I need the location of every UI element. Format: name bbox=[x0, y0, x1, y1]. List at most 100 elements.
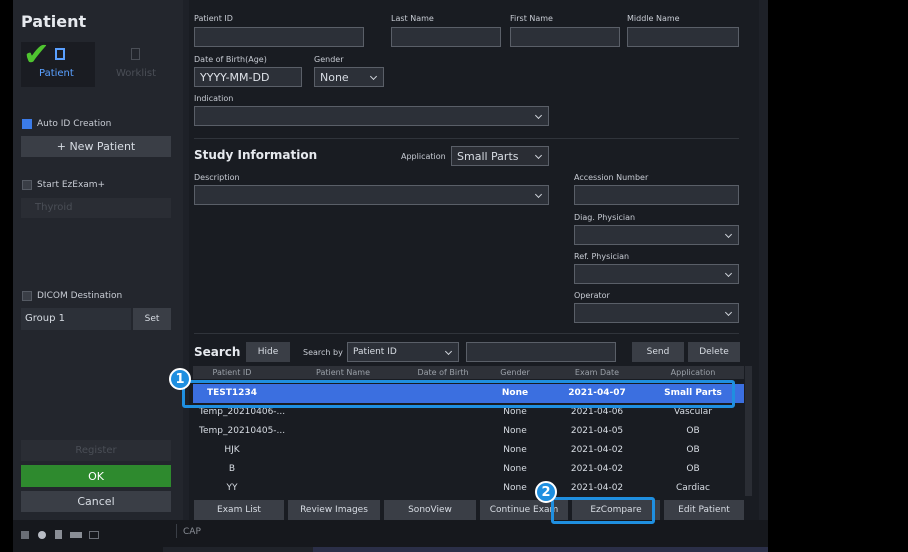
callout-badge-2: 2 bbox=[535, 481, 557, 503]
operator-select[interactable] bbox=[574, 303, 739, 323]
search-title: Search bbox=[194, 345, 241, 359]
ezexam-protocol-select: Thyroid bbox=[21, 198, 171, 218]
cell-gender: None bbox=[503, 445, 527, 455]
col-exam-date[interactable]: Exam Date bbox=[557, 368, 637, 377]
search-by-select[interactable]: Patient ID bbox=[347, 342, 459, 362]
table-row[interactable]: Temp_20210405-... None 2021-04-05 OB bbox=[193, 422, 744, 441]
cancel-button[interactable]: Cancel bbox=[21, 491, 171, 512]
patient-id-input[interactable] bbox=[194, 27, 364, 47]
page-title: Patient bbox=[21, 12, 87, 31]
usb-icon bbox=[21, 531, 29, 539]
register-button[interactable]: Register bbox=[21, 440, 171, 461]
study-info-title: Study Information bbox=[194, 148, 318, 162]
cell-exam-date: 2021-04-02 bbox=[570, 445, 624, 455]
col-dob[interactable]: Date of Birth bbox=[398, 368, 488, 377]
application-select[interactable]: Small Parts bbox=[451, 146, 549, 166]
cell-patient-id: Temp_20210406-... bbox=[199, 407, 286, 417]
divider bbox=[194, 138, 739, 139]
col-patient-id[interactable]: Patient ID bbox=[193, 368, 271, 377]
diag-physician-select[interactable] bbox=[574, 225, 739, 245]
table-row[interactable]: HJK None 2021-04-02 OB bbox=[193, 441, 744, 460]
hide-button[interactable]: Hide bbox=[246, 342, 290, 362]
edit-patient-button[interactable]: Edit Patient bbox=[664, 500, 744, 520]
accession-label: Accession Number bbox=[574, 173, 649, 182]
middle-name-label: Middle Name bbox=[627, 14, 680, 23]
col-gender[interactable]: Gender bbox=[485, 368, 545, 377]
divider bbox=[176, 524, 177, 538]
tab-worklist[interactable]: Worklist bbox=[98, 42, 174, 87]
callout-badge-1: 1 bbox=[169, 368, 191, 390]
cell-application: Vascular bbox=[673, 407, 713, 417]
patient-card-icon bbox=[55, 48, 65, 60]
taskbar-strip bbox=[163, 547, 313, 552]
set-button[interactable]: Set bbox=[133, 308, 171, 330]
new-patient-button[interactable]: + New Patient bbox=[21, 136, 171, 157]
checkmark-icon: ✔ bbox=[23, 35, 50, 73]
dob-label: Date of Birth(Age) bbox=[194, 55, 267, 64]
cell-exam-date: 2021-04-02 bbox=[570, 464, 624, 474]
col-patient-name[interactable]: Patient Name bbox=[298, 368, 388, 377]
cell-exam-date: 2021-04-06 bbox=[570, 407, 624, 417]
operator-label: Operator bbox=[574, 291, 610, 300]
dob-input[interactable]: YYYY-MM-DD bbox=[194, 67, 302, 87]
diag-physician-label: Diag. Physician bbox=[574, 213, 636, 222]
taskbar-strip bbox=[313, 547, 768, 552]
auto-id-checkbox[interactable] bbox=[22, 119, 32, 129]
indication-label: Indication bbox=[194, 94, 234, 103]
table-row[interactable]: B None 2021-04-02 OB bbox=[193, 460, 744, 479]
cell-application: OB bbox=[686, 426, 700, 436]
patient-id-label: Patient ID bbox=[194, 14, 233, 23]
dicom-group-field[interactable]: Group 1 bbox=[21, 308, 131, 330]
last-name-input[interactable] bbox=[391, 27, 501, 47]
sidebar: Patient ✔ Patient Worklist Auto ID Creat… bbox=[13, 0, 183, 520]
search-input[interactable] bbox=[466, 342, 616, 362]
cell-application: OB bbox=[686, 445, 700, 455]
indication-select[interactable] bbox=[194, 106, 549, 126]
dicom-checkbox[interactable] bbox=[22, 291, 32, 301]
table-row[interactable]: YY None 2021-04-02 Cardiac bbox=[193, 479, 744, 498]
clipboard-icon bbox=[131, 48, 140, 60]
start-ezexam-label: Start EzExam+ bbox=[37, 180, 106, 190]
record-icon bbox=[38, 531, 46, 539]
tab-patient[interactable]: ✔ Patient bbox=[21, 38, 95, 87]
accession-input[interactable] bbox=[574, 185, 739, 205]
caps-indicator: CAP bbox=[183, 527, 201, 537]
sonoview-button[interactable]: SonoView bbox=[384, 500, 476, 520]
send-button[interactable]: Send bbox=[632, 342, 684, 362]
col-application[interactable]: Application bbox=[653, 368, 733, 377]
last-name-label: Last Name bbox=[391, 14, 434, 23]
ref-physician-label: Ref. Physician bbox=[574, 252, 630, 261]
middle-name-input[interactable] bbox=[627, 27, 739, 47]
cell-gender: None bbox=[503, 464, 527, 474]
exam-list-button[interactable]: Exam List bbox=[194, 500, 284, 520]
cell-patient-id: Temp_20210405-... bbox=[199, 426, 286, 436]
first-name-input[interactable] bbox=[510, 27, 620, 47]
first-name-label: First Name bbox=[510, 14, 553, 23]
main-panel: Patient ID Last Name First Name Middle N… bbox=[189, 0, 759, 520]
storage-icon bbox=[55, 530, 62, 539]
start-ezexam-checkbox[interactable] bbox=[22, 180, 32, 190]
highlight-ezcompare bbox=[551, 497, 655, 524]
cell-exam-date: 2021-04-02 bbox=[570, 483, 624, 493]
dicom-label: DICOM Destination bbox=[37, 291, 123, 301]
description-select[interactable] bbox=[194, 185, 549, 205]
tab-worklist-label: Worklist bbox=[116, 68, 157, 79]
cell-patient-id: B bbox=[228, 464, 236, 474]
cell-gender: None bbox=[503, 407, 527, 417]
table-scrollbar[interactable] bbox=[745, 366, 752, 496]
ref-physician-select[interactable] bbox=[574, 264, 739, 284]
ok-button[interactable]: OK bbox=[21, 465, 171, 487]
table-header: Patient ID Patient Name Date of Birth Ge… bbox=[193, 366, 744, 379]
cell-application: OB bbox=[686, 464, 700, 474]
review-images-button[interactable]: Review Images bbox=[288, 500, 380, 520]
delete-button[interactable]: Delete bbox=[688, 342, 740, 362]
cell-application: Cardiac bbox=[675, 483, 711, 493]
gender-select[interactable]: None bbox=[314, 67, 384, 87]
tab-patient-label: Patient bbox=[39, 68, 74, 79]
network-icon bbox=[89, 531, 99, 539]
description-label: Description bbox=[194, 173, 240, 182]
application-label: Application bbox=[401, 152, 446, 161]
cell-gender: None bbox=[503, 426, 527, 436]
auto-id-label: Auto ID Creation bbox=[37, 119, 112, 129]
cell-patient-id: HJK bbox=[224, 445, 240, 455]
